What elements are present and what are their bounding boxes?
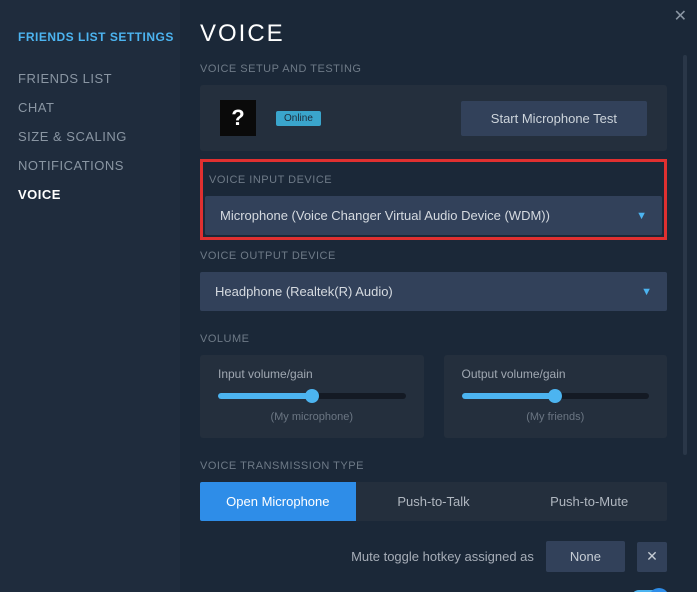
section-label-output-device: VOICE OUTPUT DEVICE (200, 250, 667, 262)
toggle-knob (649, 588, 669, 592)
status-badge: Online (276, 111, 321, 126)
input-volume-label: Input volume/gain (218, 367, 406, 381)
slider-thumb[interactable] (548, 389, 562, 403)
section-label-transmission: VOICE TRANSMISSION TYPE (200, 460, 667, 472)
avatar: ? (220, 100, 256, 136)
page-title: VOICE (200, 20, 667, 48)
hotkey-clear-button[interactable]: ✕ (637, 542, 667, 572)
transmission-segment: Open Microphone Push-to-Talk Push-to-Mut… (200, 482, 667, 521)
sidebar-item-size-scaling[interactable]: SIZE & SCALING (18, 122, 180, 151)
slider-fill (462, 393, 556, 399)
highlight-annotation: VOICE INPUT DEVICE Microphone (Voice Cha… (200, 159, 667, 240)
input-volume-box: Input volume/gain (My microphone) (200, 355, 424, 438)
section-label-setup: VOICE SETUP AND TESTING (200, 63, 667, 75)
output-volume-label: Output volume/gain (462, 367, 650, 381)
settings-window: FRIENDS LIST SETTINGS FRIENDS LIST CHAT … (0, 0, 697, 592)
sidebar: FRIENDS LIST SETTINGS FRIENDS LIST CHAT … (0, 0, 180, 592)
hotkey-value[interactable]: None (546, 541, 625, 572)
hotkey-row: Mute toggle hotkey assigned as None ✕ (200, 541, 667, 572)
section-label-volume: VOLUME (200, 333, 667, 345)
slider-fill (218, 393, 312, 399)
chevron-down-icon: ▼ (636, 210, 647, 222)
segment-push-to-talk[interactable]: Push-to-Talk (356, 482, 512, 521)
scrollbar[interactable] (683, 55, 687, 455)
output-volume-slider[interactable] (462, 393, 650, 399)
output-volume-box: Output volume/gain (My friends) (444, 355, 668, 438)
chevron-down-icon: ▼ (641, 286, 652, 298)
input-volume-slider[interactable] (218, 393, 406, 399)
sidebar-item-notifications[interactable]: NOTIFICATIONS (18, 151, 180, 180)
sidebar-item-friends-list[interactable]: FRIENDS LIST (18, 64, 180, 93)
sidebar-item-voice[interactable]: VOICE (18, 180, 180, 209)
main-panel: VOICE VOICE SETUP AND TESTING ? Online S… (180, 0, 697, 592)
sidebar-item-chat[interactable]: CHAT (18, 93, 180, 122)
start-mic-test-button[interactable]: Start Microphone Test (461, 101, 647, 136)
input-device-value: Microphone (Voice Changer Virtual Audio … (220, 208, 550, 223)
hotkey-label: Mute toggle hotkey assigned as (351, 549, 534, 564)
close-icon: ✕ (646, 548, 658, 565)
output-device-dropdown[interactable]: Headphone (Realtek(R) Audio) ▼ (200, 272, 667, 311)
input-volume-caption: (My microphone) (218, 411, 406, 423)
slider-thumb[interactable] (305, 389, 319, 403)
output-volume-caption: (My friends) (462, 411, 650, 423)
output-device-value: Headphone (Realtek(R) Audio) (215, 284, 393, 299)
segment-open-microphone[interactable]: Open Microphone (200, 482, 356, 521)
sidebar-title: FRIENDS LIST SETTINGS (18, 30, 180, 44)
volume-row: Input volume/gain (My microphone) Output… (200, 355, 667, 438)
segment-push-to-mute[interactable]: Push-to-Mute (511, 482, 667, 521)
section-label-input-device: VOICE INPUT DEVICE (205, 174, 662, 186)
setup-box: ? Online Start Microphone Test (200, 85, 667, 151)
input-device-dropdown[interactable]: Microphone (Voice Changer Virtual Audio … (205, 196, 662, 235)
